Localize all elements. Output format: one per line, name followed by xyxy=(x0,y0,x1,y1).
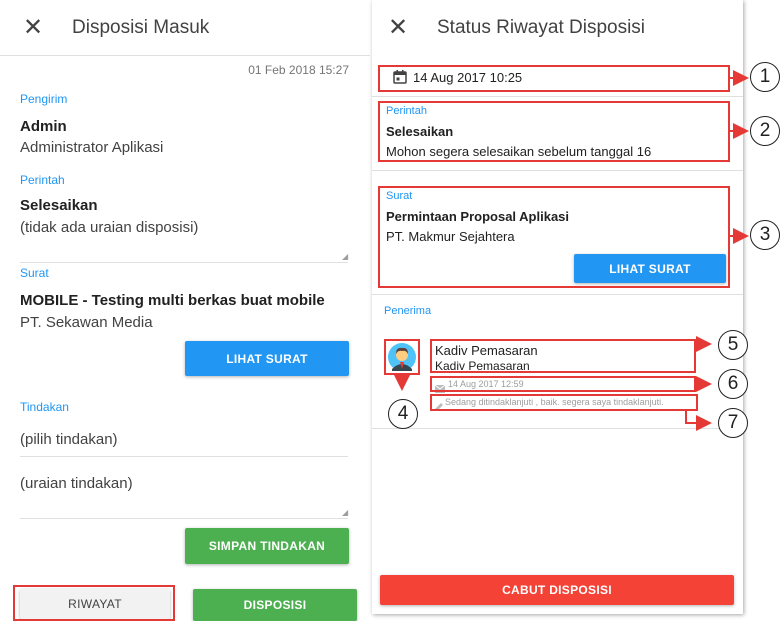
lihat-surat-button[interactable]: LIHAT SURAT xyxy=(185,341,349,376)
callout-2: 2 xyxy=(750,116,780,146)
riwayat-highlight xyxy=(13,585,175,621)
disposisi-date: 01 Feb 2018 15:27 xyxy=(248,63,349,77)
pengirim-name: Admin xyxy=(20,118,67,135)
tindakan-textarea[interactable]: (uraian tindakan) xyxy=(20,475,133,492)
perintah-underline xyxy=(20,262,348,263)
close-icon[interactable]: ✕ xyxy=(22,15,44,40)
perintah-label: Perintah xyxy=(20,173,65,187)
annotation-box-3 xyxy=(378,186,730,288)
pengirim-label: Pengirim xyxy=(20,92,68,106)
divider xyxy=(372,428,743,429)
cabut-disposisi-button[interactable]: CABUT DISPOSISI xyxy=(380,575,734,605)
annotation-box-5 xyxy=(430,339,696,373)
annotation-box-2 xyxy=(378,101,730,162)
tindakan-textarea-underline xyxy=(20,518,348,519)
page-title: Disposisi Masuk xyxy=(72,16,210,38)
surat-company: PT. Sekawan Media xyxy=(20,314,153,331)
perintah-description: (tidak ada uraian disposisi) xyxy=(20,219,199,236)
callout-3: 3 xyxy=(750,220,780,250)
callout-5: 5 xyxy=(718,330,748,360)
surat-label: Surat xyxy=(20,266,49,280)
tindakan-select-underline xyxy=(20,456,348,457)
annotation-box-6 xyxy=(430,376,696,392)
callout-1: 1 xyxy=(750,62,780,92)
tindakan-select[interactable]: (pilih tindakan) xyxy=(20,431,118,448)
disposisi-button[interactable]: DISPOSISI xyxy=(193,589,357,621)
callout-4: 4 xyxy=(388,399,418,429)
app-bar: ✕ Status Riwayat Disposisi xyxy=(372,0,743,56)
annotation-box-7 xyxy=(430,394,698,411)
tindakan-label: Tindakan xyxy=(20,400,69,414)
close-icon[interactable]: ✕ xyxy=(387,16,409,40)
status-riwayat-disposisi-screen: ✕ Status Riwayat Disposisi 14 Aug 2017 1… xyxy=(372,0,743,614)
disposisi-masuk-screen: ✕ Disposisi Masuk 01 Feb 2018 15:27 Peng… xyxy=(0,0,370,621)
surat-title: MOBILE - Testing multi berkas buat mobil… xyxy=(20,292,325,309)
simpan-tindakan-button[interactable]: SIMPAN TINDAKAN xyxy=(185,528,349,564)
divider xyxy=(372,170,743,171)
callout-6: 6 xyxy=(718,369,748,399)
annotation-box-1 xyxy=(378,65,730,92)
annotation-box-4 xyxy=(384,339,420,375)
resize-handle-icon: ◢ xyxy=(342,252,349,261)
divider xyxy=(372,96,743,97)
callout-7: 7 xyxy=(718,408,748,438)
divider xyxy=(372,294,743,295)
penerima-label: Penerima xyxy=(384,305,432,317)
resize-handle-icon: ◢ xyxy=(342,508,349,517)
perintah-value: Selesaikan xyxy=(20,197,98,214)
pengirim-role: Administrator Aplikasi xyxy=(20,139,164,156)
page-title: Status Riwayat Disposisi xyxy=(437,17,646,38)
app-bar: ✕ Disposisi Masuk xyxy=(0,0,370,56)
